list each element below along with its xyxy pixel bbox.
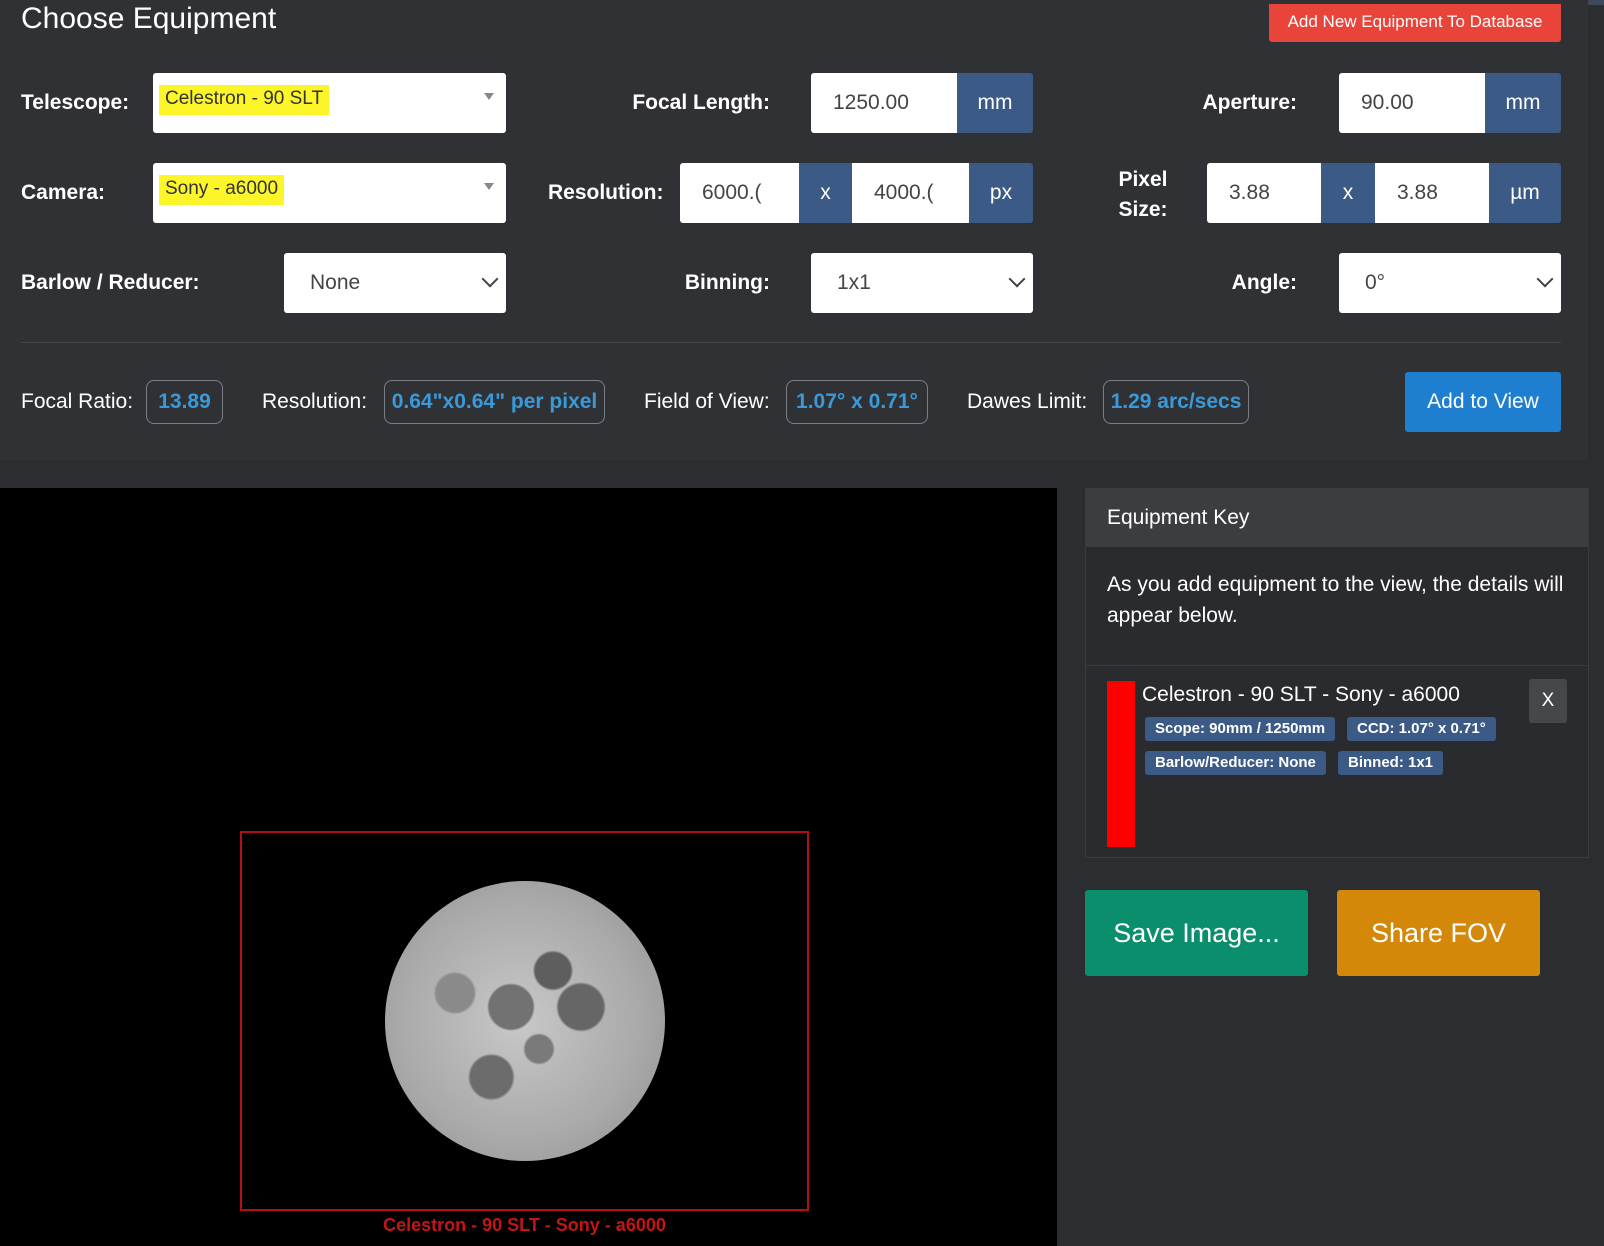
pixel-size-separator: x <box>1321 163 1375 223</box>
pixel-width-input[interactable]: 3.88 <box>1207 163 1321 223</box>
barlow-select[interactable]: None <box>284 253 506 313</box>
focal-ratio-value: 13.89 <box>146 380 223 424</box>
scope-badge: Scope: 90mm / 1250mm <box>1145 717 1336 741</box>
equipment-color-swatch <box>1107 681 1135 847</box>
resolution-stat-label: Resolution: <box>262 390 368 413</box>
camera-selected-value: Sony - a6000 <box>159 175 285 205</box>
resolution-unit: px <box>969 163 1033 223</box>
binning-select[interactable]: 1x1 <box>811 253 1033 313</box>
barlow-selected-value: None <box>310 271 361 294</box>
section-divider <box>21 342 1561 343</box>
add-to-view-button[interactable]: Add to View <box>1405 372 1561 432</box>
focal-length-unit: mm <box>957 73 1033 133</box>
choose-equipment-panel: Choose Equipment Add New Equipment To Da… <box>0 0 1588 460</box>
barlow-label: Barlow / Reducer: <box>21 271 200 294</box>
focal-length-input[interactable]: 1250.00 <box>811 73 957 133</box>
aperture-unit: mm <box>1485 73 1561 133</box>
equipment-key-description: As you add equipment to the view, the de… <box>1107 573 1564 627</box>
resolution-height-input[interactable]: 4000.( <box>852 163 969 223</box>
angle-label: Angle: <box>1231 271 1297 294</box>
binned-badge: Binned: 1x1 <box>1338 751 1444 775</box>
camera-select[interactable]: Sony - a6000 <box>153 163 506 223</box>
dawes-limit-label: Dawes Limit: <box>967 390 1088 413</box>
pixel-size-label-line2: Size: <box>1118 198 1168 221</box>
field-of-view-value: 1.07° x 0.71° <box>786 380 928 424</box>
equipment-entry-title: Celestron - 90 SLT - Sony - a6000 <box>1142 683 1460 706</box>
save-image-button[interactable]: Save Image... <box>1085 890 1308 976</box>
moon-image <box>385 881 665 1161</box>
chevron-down-icon <box>481 270 499 288</box>
camera-label: Camera: <box>21 181 106 204</box>
aperture-input[interactable]: 90.00 <box>1339 73 1485 133</box>
fov-caption: Celestron - 90 SLT - Sony - a6000 <box>383 1215 666 1235</box>
pixel-height-input[interactable]: 3.88 <box>1375 163 1489 223</box>
ccd-badge: CCD: 1.07° x 0.71° <box>1347 717 1496 741</box>
aperture-label: Aperture: <box>1202 91 1297 114</box>
remove-equipment-button[interactable]: X <box>1529 679 1567 723</box>
resolution-stat-value: 0.64"x0.64" per pixel <box>384 380 605 424</box>
fov-viewer[interactable]: Celestron - 90 SLT - Sony - a6000 <box>0 488 1057 1246</box>
page-title: Choose Equipment <box>21 2 277 35</box>
focal-length-label: Focal Length: <box>632 91 770 114</box>
resolution-label: Resolution: <box>548 181 664 204</box>
share-fov-button[interactable]: Share FOV <box>1337 890 1540 976</box>
equipment-key-divider <box>1086 665 1588 666</box>
pixel-size-label: Pixel Size: <box>1118 165 1168 225</box>
equipment-key-heading: Equipment Key <box>1086 489 1588 547</box>
pixel-size-label-line1: Pixel <box>1118 168 1168 191</box>
telescope-selected-value: Celestron - 90 SLT <box>159 85 330 115</box>
angle-select[interactable]: 0° <box>1339 253 1561 313</box>
telescope-label: Telescope: <box>21 91 130 114</box>
barlow-badge: Barlow/Reducer: None <box>1145 751 1326 775</box>
dawes-limit-value: 1.29 arc/secs <box>1103 380 1249 424</box>
binning-label: Binning: <box>684 271 770 294</box>
pixel-size-unit: µm <box>1489 163 1561 223</box>
caret-down-icon <box>484 183 494 190</box>
angle-selected-value: 0° <box>1365 271 1386 294</box>
chevron-down-icon <box>1536 270 1554 288</box>
focal-ratio-label: Focal Ratio: <box>21 390 134 413</box>
caret-down-icon <box>484 93 494 100</box>
add-new-equipment-button[interactable]: Add New Equipment To Database <box>1269 4 1561 42</box>
field-of-view-label: Field of View: <box>644 390 770 413</box>
equipment-key-panel: Equipment Key As you add equipment to th… <box>1085 488 1589 858</box>
resolution-width-input[interactable]: 6000.( <box>680 163 799 223</box>
binning-selected-value: 1x1 <box>837 271 871 294</box>
telescope-select[interactable]: Celestron - 90 SLT <box>153 73 506 133</box>
chevron-down-icon <box>1008 270 1026 288</box>
resolution-separator: x <box>799 163 852 223</box>
